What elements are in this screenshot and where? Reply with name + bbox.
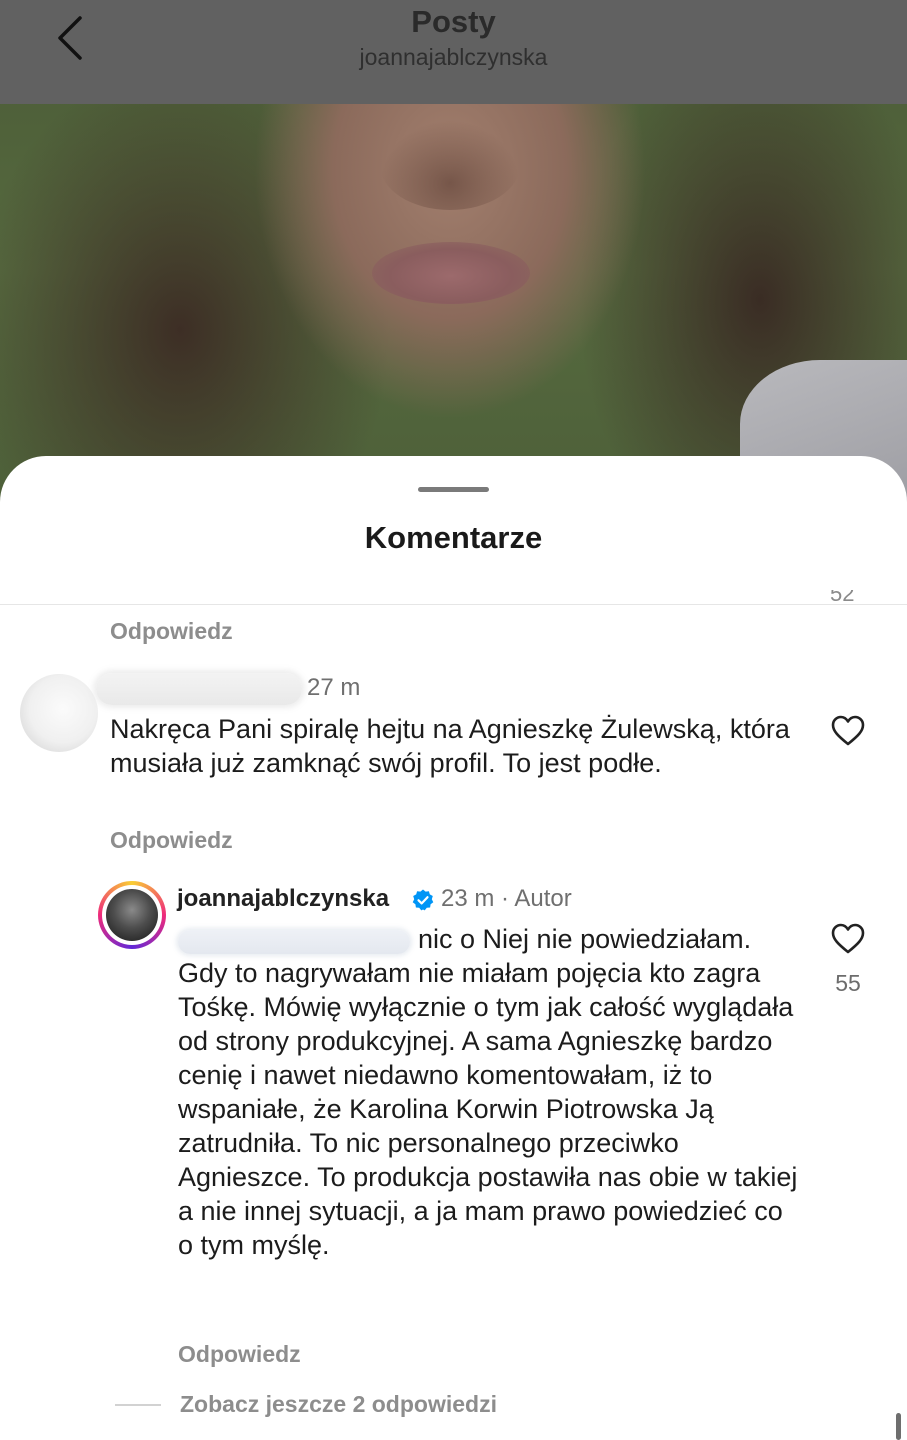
author-avatar-photo <box>106 889 158 941</box>
avatar[interactable] <box>20 674 98 752</box>
reply-button[interactable]: Odpowiedz <box>110 827 233 854</box>
reply-time-value: 23 m <box>441 885 495 912</box>
heart-outline-icon[interactable] <box>831 715 865 747</box>
avatar-ring-gap <box>102 885 162 945</box>
reply-button-previous[interactable]: Odpowiedz <box>110 618 233 645</box>
heart-outline-icon[interactable] <box>831 923 865 955</box>
author-username[interactable]: joannajablczynska <box>177 885 389 913</box>
more-replies-line <box>115 1404 161 1406</box>
verified-badge-icon <box>412 889 434 911</box>
reply-time: 23 m · Autor <box>441 885 572 913</box>
username-blurred[interactable] <box>96 673 302 705</box>
comment-text: Nakręca Pani spiralę hejtu na Agnieszkę … <box>110 714 790 778</box>
sheet-divider <box>0 604 907 605</box>
reply-text: nic o Niej nie powiedziałam. Gdy to nagr… <box>178 924 798 1260</box>
header-title: Posty <box>411 4 496 39</box>
comment-time: 27 m <box>307 674 361 701</box>
view-more-replies-button[interactable]: Zobacz jeszcze 2 odpowiedzi <box>180 1391 497 1418</box>
author-avatar[interactable] <box>98 881 166 949</box>
reply-like-count[interactable]: 55 <box>820 970 876 997</box>
reply-button-author[interactable]: Odpowiedz <box>178 1341 301 1368</box>
sheet-grabber[interactable] <box>418 487 489 492</box>
sheet-title: Komentarze <box>364 520 543 555</box>
comments-sheet: Komentarze 52 Odpowiedz 27 m Nakręca Pan… <box>0 456 907 1440</box>
scrollbar[interactable] <box>896 1413 901 1440</box>
header-username[interactable]: joannajablczynska <box>0 44 907 71</box>
top-header: Posty joannajablczynska <box>0 0 907 104</box>
post-image-face-lips <box>372 242 530 304</box>
post-image-face-nose <box>380 120 520 210</box>
author-badge: · Autor <box>501 885 572 912</box>
